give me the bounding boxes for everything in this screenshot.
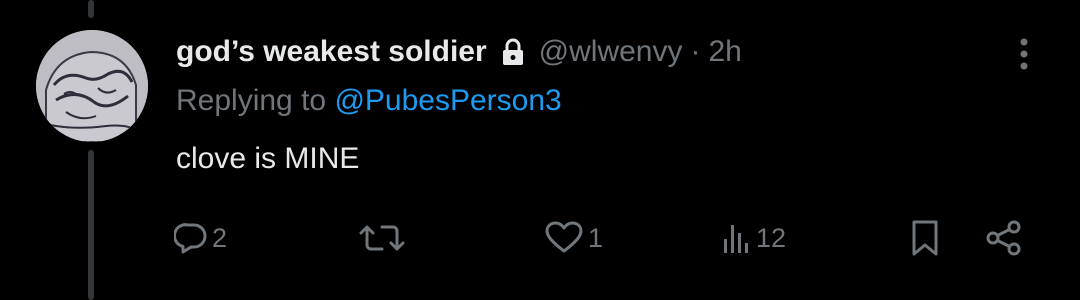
replying-to: Replying to @PubesPerson3	[176, 84, 562, 118]
like-button[interactable]: 1	[544, 216, 603, 260]
lock-icon	[501, 38, 525, 66]
replying-prefix: Replying to	[176, 84, 335, 117]
separator-dot: ·	[690, 35, 701, 68]
bookmark-icon	[908, 219, 942, 257]
like-count: 1	[588, 222, 604, 253]
replying-to-mention[interactable]: @PubesPerson3	[334, 84, 561, 117]
views-button[interactable]: 12	[722, 216, 786, 260]
reply-count: 2	[212, 222, 228, 253]
reply-icon	[174, 221, 208, 255]
more-vertical-icon[interactable]	[1012, 34, 1036, 74]
avatar[interactable]	[36, 30, 148, 142]
thread-line-bottom	[88, 150, 94, 300]
bookmark-button[interactable]	[908, 216, 942, 260]
display-name[interactable]: god’s weakest soldier	[176, 35, 487, 69]
timestamp[interactable]: 2h	[709, 35, 742, 69]
repost-icon	[358, 221, 406, 255]
views-count: 12	[756, 222, 787, 253]
share-button[interactable]	[984, 216, 1024, 260]
handle[interactable]: @wlwenvy	[539, 35, 683, 69]
share-icon	[984, 219, 1024, 257]
reply-button[interactable]: 2	[174, 216, 227, 260]
repost-button[interactable]	[358, 216, 406, 260]
tweet-text: clove is MINE	[176, 142, 360, 175]
thread-line-top	[88, 0, 94, 18]
heart-icon	[544, 221, 584, 255]
tweet-header: god’s weakest soldier @wlwenvy · 2h	[176, 30, 742, 74]
views-icon	[722, 221, 752, 255]
